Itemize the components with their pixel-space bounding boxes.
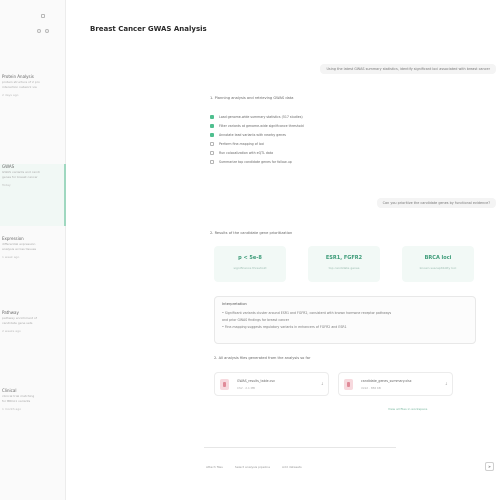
- stat-label: top candidate genes: [328, 266, 360, 270]
- sidebar-item-history[interactable]: Protein Analysis protein structure of 2 …: [0, 74, 66, 98]
- divider: [204, 447, 396, 448]
- search-icon[interactable]: [37, 29, 41, 33]
- user-message: Can you prioritize the candidate genes b…: [376, 198, 496, 208]
- checklist-label: Annotate lead variants with nearby genes: [219, 132, 286, 137]
- history-meta: 1 week ago: [2, 255, 20, 259]
- interpretation-heading: Interpretation: [222, 302, 247, 306]
- stats-row: p < 5e-8 significance threshold ESR1, FG…: [214, 246, 474, 282]
- app-window: Protein Analysis protein structure of 2 …: [0, 0, 500, 500]
- checkbox-empty-icon: [210, 141, 214, 146]
- history-subtitle: genes for breast cancer: [2, 175, 38, 179]
- view-all-files-link[interactable]: View all files in workspace: [388, 407, 427, 411]
- stat-label: known susceptibility loci: [419, 266, 457, 270]
- page-title: Breast Cancer GWAS Analysis: [90, 25, 207, 33]
- stat-card: p < 5e-8 significance threshold: [214, 246, 286, 282]
- attach-files-chip[interactable]: Attach files: [206, 465, 223, 469]
- files-row: GWAS_results_table.csv CSV · 2.1 MB ↓ ca…: [214, 372, 476, 396]
- sidebar-item-history[interactable]: Clinical clinical trial matching for BRC…: [0, 388, 66, 412]
- sidebar-item-history-active[interactable]: GWAS GWAS variants and candi genes for b…: [0, 164, 66, 226]
- file-name: candidate_genes_summary.xlsx: [361, 379, 412, 383]
- settings-icon[interactable]: [45, 29, 49, 33]
- history-meta: 2 days ago: [2, 93, 19, 97]
- history-subtitle: interaction network via: [2, 85, 37, 89]
- history-meta: 1 month ago: [2, 407, 22, 411]
- stat-card: BRCA loci known susceptibility loci: [402, 246, 474, 282]
- step-heading: 1. Planning analysis and retrieving GWAS…: [210, 96, 294, 100]
- checkbox-checked-icon: [210, 114, 214, 119]
- sidebar-item-history[interactable]: Expression differential expression analy…: [0, 236, 66, 260]
- history-subtitle: candidate gene sets: [2, 321, 33, 325]
- file-size: CSV · 2.1 MB: [237, 386, 255, 390]
- select-pipeline-chip[interactable]: Select analysis pipeline: [235, 465, 270, 469]
- file-name: GWAS_results_table.csv: [237, 379, 275, 383]
- checklist-label: Run colocalization with eQTL data: [219, 150, 274, 155]
- stat-label: significance threshold: [233, 266, 267, 270]
- checklist-item: Run colocalization with eQTL data: [210, 148, 304, 157]
- user-message: Using the latest GWAS summary statistics…: [320, 64, 496, 74]
- checklist-item: Summarize top candidate genes for follow…: [210, 157, 304, 166]
- checkbox-empty-icon: [210, 159, 214, 164]
- stat-value: ESR1, FGFR2: [325, 255, 363, 261]
- checklist-label: Perform fine-mapping of loci: [219, 141, 265, 146]
- checklist-item: Perform fine-mapping of loci: [210, 139, 304, 148]
- interpretation-line: and prior GWAS findings for breast cance…: [222, 318, 290, 322]
- send-icon[interactable]: ➤: [485, 462, 494, 471]
- file-icon: [220, 379, 229, 390]
- chat-input-bar[interactable]: Attach files Select analysis pipeline Ad…: [206, 459, 496, 475]
- history-meta: Today: [2, 183, 11, 187]
- add-datasets-chip[interactable]: Add datasets: [282, 465, 302, 469]
- new-chat-icon[interactable]: [41, 14, 45, 18]
- checkbox-checked-icon: [210, 123, 214, 128]
- download-icon[interactable]: ↓: [321, 381, 324, 386]
- file-card[interactable]: candidate_genes_summary.xlsx XLSX · 856 …: [338, 372, 453, 396]
- history-subtitle: for BRCA1 variants: [2, 399, 31, 403]
- stat-card: ESR1, FGFR2 top candidate genes: [308, 246, 380, 282]
- download-icon[interactable]: ↓: [445, 381, 448, 386]
- interpretation-line: • Fine-mapping suggests regulatory varia…: [222, 325, 347, 329]
- files-heading: 2. All analysis files generated from the…: [214, 356, 311, 360]
- history-subtitle: analysis across tissues: [2, 247, 37, 251]
- checklist-item: Filter variants at genome-wide significa…: [210, 121, 304, 130]
- file-icon: [344, 379, 353, 390]
- checklist-item: Annotate lead variants with nearby genes: [210, 130, 304, 139]
- file-card[interactable]: GWAS_results_table.csv CSV · 2.1 MB ↓: [214, 372, 329, 396]
- task-checklist: Load genome-wide summary statistics (517…: [210, 112, 304, 166]
- checklist-label: Summarize top candidate genes for follow…: [219, 159, 292, 164]
- file-size: XLSX · 856 KB: [361, 386, 381, 390]
- stat-value: p < 5e-8: [238, 255, 262, 261]
- checklist-label: Load genome-wide summary statistics (517…: [219, 114, 303, 119]
- checklist-item: Load genome-wide summary statistics (517…: [210, 112, 304, 121]
- interpretation-box: Interpretation • Significant variants cl…: [214, 296, 476, 344]
- checklist-label: Filter variants at genome-wide significa…: [219, 123, 304, 128]
- sidebar-item-history[interactable]: Pathway pathway enrichment of candidate …: [0, 310, 66, 334]
- step-heading: 2. Results of the candidate gene priorit…: [210, 231, 293, 235]
- checkbox-checked-icon: [210, 132, 214, 137]
- history-meta: 2 weeks ago: [2, 329, 21, 333]
- stat-value: BRCA loci: [424, 255, 452, 261]
- interpretation-line: • Significant variants cluster around ES…: [222, 311, 392, 315]
- sidebar: Protein Analysis protein structure of 2 …: [0, 0, 66, 500]
- checkbox-empty-icon: [210, 150, 214, 155]
